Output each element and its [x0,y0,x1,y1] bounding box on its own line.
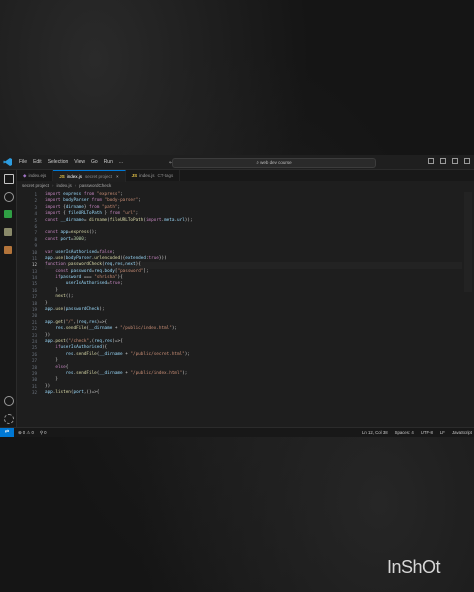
tab-index-js-ct[interactable]: JS index.js CT-tags [126,170,181,181]
menu-more[interactable]: ... [119,159,123,165]
minimap[interactable] [464,192,472,292]
code-editor[interactable]: 1 2 3 4 5 6 7 8 9 10 11 12 13 14 15 16 17 18 19 20 21 22 23 24 2… [17,192,474,428]
indentation[interactable]: Spaces: 4 [395,430,414,435]
vscode-logo-icon [3,158,12,166]
encoding[interactable]: UTF-8 [421,430,433,435]
command-search[interactable]: ⌕ web dev course [172,158,376,168]
breadcrumb-file[interactable]: index.js [57,183,72,190]
js-file-icon: JS [59,173,65,179]
breadcrumb-folder[interactable]: secret project [22,183,49,190]
status-bar: ⇄ ⊗ 0 ⚠ 0 ⚲ 0 Ln 12, Col 38 Spaces: 4 UT… [0,427,474,437]
run-debug-icon[interactable] [4,228,12,236]
cursor-position[interactable]: Ln 12, Col 38 [362,430,388,435]
explorer-icon[interactable] [4,174,14,184]
vscode-window: File Edit Selection View Go Run ... ← → … [0,155,474,437]
file-icon: ◆ [23,172,27,178]
tab-label: index.ejs [28,173,47,178]
search-view-icon[interactable] [4,192,14,202]
chevron-right-icon: › [74,183,77,188]
language-mode[interactable]: JavaScript [452,430,472,435]
menu-selection[interactable]: Selection [48,159,69,165]
window-controls [428,158,470,164]
layout-icon[interactable] [428,158,434,164]
line-number-gutter: 1 2 3 4 5 6 7 8 9 10 11 12 13 14 15 16 17 18 19 20 21 22 23 24 2… [17,192,39,397]
title-bar: File Edit Selection View Go Run ... ← → … [0,155,474,170]
js-file-icon: JS [131,173,138,178]
breadcrumb-symbol[interactable]: passwordCheck [79,183,111,190]
ports-status[interactable]: ⚲ 0 [40,430,47,436]
tab-index-js-active[interactable]: JS index.js secret project × [53,169,126,182]
code-line[interactable]: app.listen(port,()=>{ [45,390,462,396]
menu-view[interactable]: View [74,159,85,165]
tab-label: index.js [66,173,83,179]
editor-tabs: ◆ index.ejs JS index.js secret project ×… [17,169,474,182]
extensions-icon[interactable] [4,246,12,254]
account-icon[interactable] [4,396,14,406]
close-icon[interactable]: × [116,174,119,179]
error-count: 0 [22,429,26,435]
breadcrumb: secret project › index.js › passwordChec… [22,183,111,190]
inshot-watermark: InShOt [387,557,441,577]
end-of-line[interactable]: LF [440,430,445,435]
search-text: web dev course [260,160,292,165]
sidebar-icon[interactable] [452,158,458,164]
menu-file[interactable]: File [19,159,27,165]
menu-go[interactable]: Go [91,159,98,165]
tab-index-ejs[interactable]: ◆ index.ejs [17,170,54,181]
line-number: 32 [31,390,37,396]
warning-count: 0 [31,429,34,435]
code-area[interactable]: import express from "express"; import bod… [45,192,462,397]
gear-icon[interactable] [4,414,14,424]
menu-edit[interactable]: Edit [33,159,42,165]
panel-icon[interactable] [440,158,446,164]
customize-layout-icon[interactable] [464,158,470,164]
tab-description: CT-tags [157,173,174,178]
errors-status[interactable]: ⊗ 0 ⚠ 0 [18,430,34,436]
menu-run[interactable]: Run [104,159,113,165]
ports-count: 0 [44,429,47,435]
menu-bar: File Edit Selection View Go Run ... [19,159,129,165]
remote-indicator-icon[interactable]: ⇄ [0,428,14,437]
source-control-icon[interactable] [4,210,12,218]
tab-description: secret project [85,173,113,179]
chevron-right-icon: › [52,183,54,188]
tab-label: index.js [139,173,155,178]
activity-bar [0,170,17,428]
